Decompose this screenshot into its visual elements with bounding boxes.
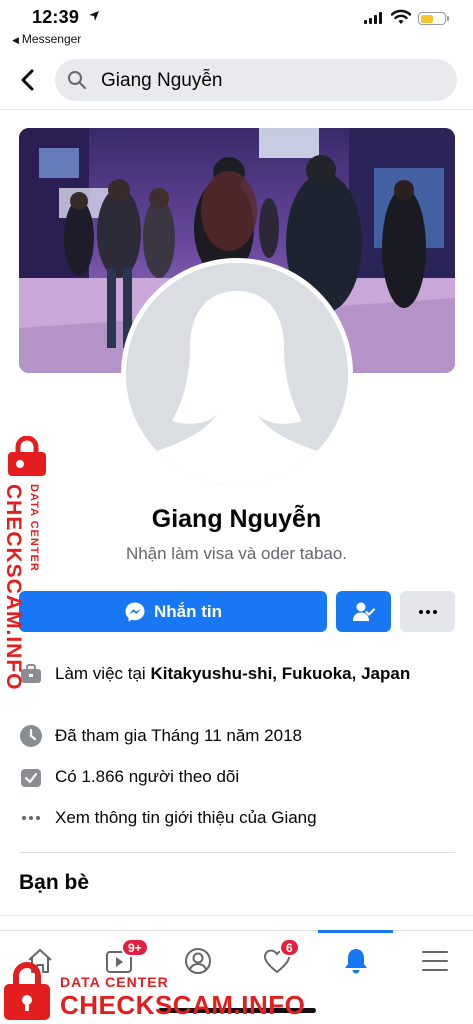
back-arrow-icon[interactable] (14, 66, 42, 94)
hamburger-menu-icon (421, 951, 448, 971)
intro-work: Làm việc tại Kitakyushu-shi, Fukuoka, Ja… (19, 662, 459, 686)
section-divider (0, 915, 473, 916)
status-bar: 12:39 ◀ Messenger (0, 0, 473, 50)
intro-work-text: Làm việc tại Kitakyushu-shi, Fukuoka, Ja… (55, 662, 410, 686)
watermark-bottom: DATA CENTER CHECKSCAM.INFO (2, 958, 306, 1022)
messenger-icon (125, 602, 145, 621)
tab-menu[interactable] (395, 931, 473, 991)
profile-bio: Nhận làm visa và oder tabao. (125, 544, 348, 563)
default-female-avatar-icon (126, 263, 348, 485)
profile-name: Giang Nguyễn (151, 505, 322, 533)
followers-icon (21, 769, 41, 787)
watermark-side-sub: DATA CENTER (28, 484, 40, 572)
friend-check-icon (352, 602, 375, 621)
more-dot-icon (425, 609, 430, 614)
lock-watermark-icon (8, 436, 46, 476)
back-to-app-link[interactable]: ◀ Messenger (12, 32, 81, 46)
work-prefix: Làm việc tại (55, 664, 151, 683)
friends-section-title[interactable]: Bạn bè (19, 871, 89, 895)
cellular-signal-icon (364, 12, 382, 24)
dating-badge: 6 (279, 938, 300, 957)
watermark-bottom-main: CHECKSCAM.INFO (60, 990, 306, 1020)
work-place[interactable]: Kitakyushu-shi, Fukuoka, Japan (150, 664, 410, 683)
back-app-label[interactable]: Messenger (22, 32, 81, 46)
top-header: Giang Nguyễn (0, 50, 473, 110)
bell-icon (344, 949, 367, 974)
profile-avatar[interactable] (121, 258, 353, 490)
intro-followers-text[interactable]: Có 1.866 người theo dõi (55, 765, 239, 789)
intro-joined-text: Đã tham gia Tháng 11 năm 2018 (55, 726, 302, 745)
location-arrow-icon (89, 11, 99, 21)
ellipsis-icon (22, 816, 40, 820)
intro-see-about-text[interactable]: Xem thông tin giới thiệu của Giang (55, 806, 317, 830)
watermark-bottom-sub: DATA CENTER (60, 974, 169, 990)
section-divider (19, 852, 455, 853)
intro-joined: Đã tham gia Tháng 11 năm 2018 (19, 724, 459, 748)
more-options-button[interactable] (400, 591, 455, 632)
intro-followers[interactable]: Có 1.866 người theo dõi (19, 765, 459, 789)
message-button-label: Nhắn tin (154, 601, 222, 621)
search-icon (68, 71, 86, 89)
tab-notifications[interactable] (316, 930, 395, 991)
watermark-side-main: CHECKSCAM.INFO (2, 484, 25, 691)
watermark-side: CHECKSCAM.INFO DATA CENTER (2, 436, 62, 691)
wifi-icon (391, 9, 411, 24)
clock-icon (20, 725, 42, 747)
search-input[interactable]: Giang Nguyễn (101, 70, 222, 92)
search-bar[interactable]: Giang Nguyễn (55, 59, 457, 101)
video-badge: 9+ (121, 938, 149, 957)
status-time: 12:39 (32, 7, 80, 27)
lock-watermark-icon (4, 962, 50, 1020)
friends-button[interactable] (336, 591, 391, 632)
intro-see-about[interactable]: Xem thông tin giới thiệu của Giang (19, 806, 459, 830)
more-dot-icon (418, 609, 423, 614)
battery-icon (418, 12, 449, 25)
message-button[interactable]: Nhắn tin (19, 591, 327, 632)
more-dot-icon (432, 609, 437, 614)
